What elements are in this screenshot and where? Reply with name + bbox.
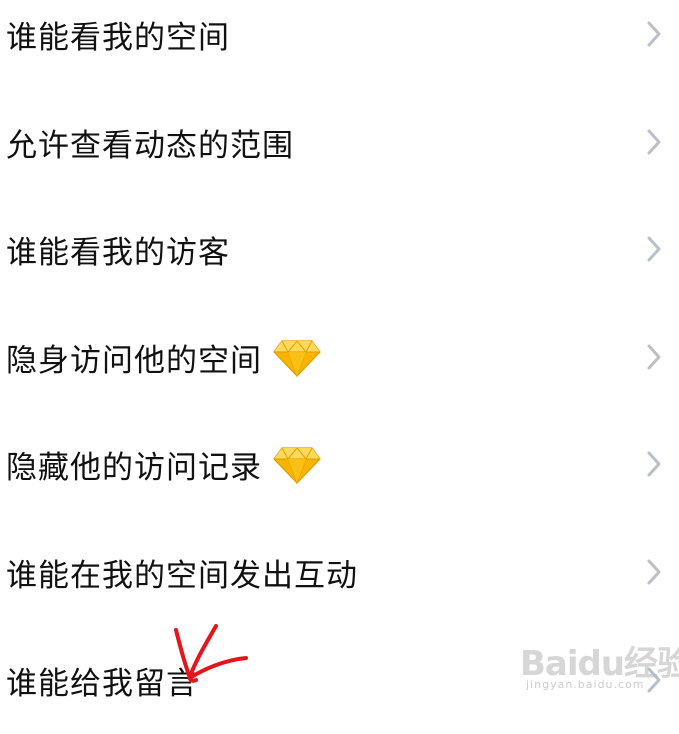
chevron-right-icon xyxy=(647,344,661,370)
row-label: 谁能看我的访客 xyxy=(6,227,230,272)
row-label-text: 谁能在我的空间发出互动 xyxy=(6,557,358,594)
row-label: 隐身访问他的空间 xyxy=(6,335,322,380)
row-label: 允许查看动态的范围 xyxy=(6,120,294,165)
privacy-settings-list: 谁能看我的空间 允许查看动态的范围 谁能看我的访客 隐身访问他的空间 隐藏他的访… xyxy=(0,0,679,715)
row-label-text: 谁能看我的空间 xyxy=(6,19,230,56)
diamond-icon xyxy=(273,447,321,485)
row-label: 谁能在我的空间发出互动 xyxy=(6,550,358,595)
row-label-text: 谁能看我的访客 xyxy=(6,234,230,271)
row-hide-visit-record[interactable]: 隐藏他的访问记录 xyxy=(0,410,679,518)
row-label: 谁能给我留言 xyxy=(6,658,198,703)
chevron-right-icon xyxy=(647,236,661,262)
diamond-icon xyxy=(273,340,321,378)
row-who-can-view-my-visitors[interactable]: 谁能看我的访客 xyxy=(0,195,679,303)
row-label-text: 谁能给我留言 xyxy=(6,665,198,702)
row-label-text: 隐藏他的访问记录 xyxy=(6,449,262,486)
row-label: 隐藏他的访问记录 xyxy=(6,442,322,487)
row-allowed-feed-range[interactable]: 允许查看动态的范围 xyxy=(0,88,679,196)
row-invisible-visit[interactable]: 隐身访问他的空间 xyxy=(0,303,679,411)
chevron-right-icon xyxy=(647,129,661,155)
chevron-right-icon xyxy=(647,559,661,585)
chevron-right-icon xyxy=(647,667,661,693)
row-who-can-view-my-space[interactable]: 谁能看我的空间 xyxy=(0,0,679,88)
row-who-can-leave-message[interactable]: 谁能给我留言 xyxy=(0,626,679,734)
row-label-text: 允许查看动态的范围 xyxy=(6,127,294,164)
row-label-text: 隐身访问他的空间 xyxy=(6,342,262,379)
chevron-right-icon xyxy=(647,451,661,477)
chevron-right-icon xyxy=(647,21,661,47)
row-label: 谁能看我的空间 xyxy=(6,12,230,57)
row-who-can-interact[interactable]: 谁能在我的空间发出互动 xyxy=(0,518,679,626)
